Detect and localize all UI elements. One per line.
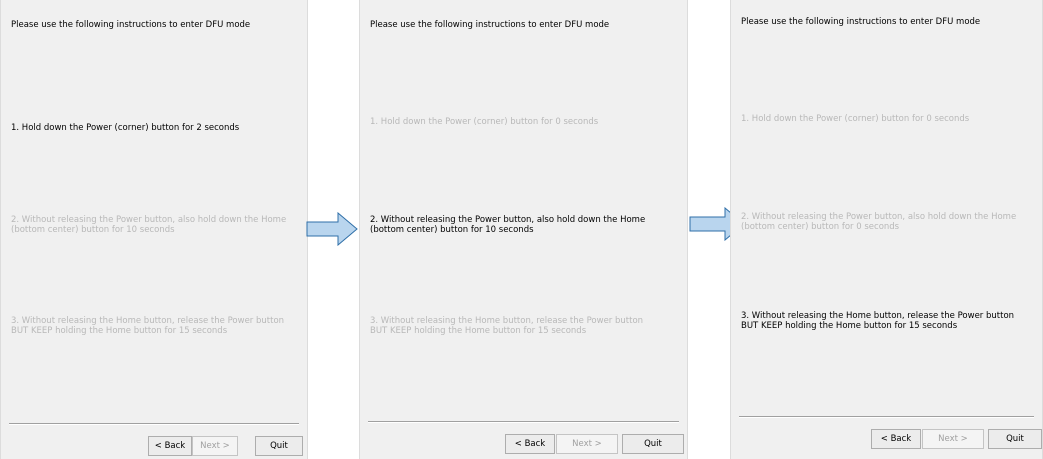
footer-separator xyxy=(739,416,1034,418)
next-button[interactable]: Next > xyxy=(192,436,238,456)
instructions-heading: Please use the following instructions to… xyxy=(11,20,251,30)
step-3-text-line-1: 3. Without releasing the Home button, re… xyxy=(741,311,1015,321)
instructions-heading: Please use the following instructions to… xyxy=(370,20,610,30)
back-button[interactable]: < Back xyxy=(505,434,555,454)
instructions-heading: Please use the following instructions to… xyxy=(741,17,981,27)
next-button[interactable]: Next > xyxy=(556,434,618,454)
dfu-instructions-window-3: Please use the following instructions to… xyxy=(730,0,1043,459)
dfu-instructions-window-2: Please use the following instructions to… xyxy=(359,0,688,459)
step-3-text-line-1: 3. Without releasing the Home button, re… xyxy=(11,316,285,326)
step-2-text-line-1: 2. Without releasing the Power button, a… xyxy=(11,215,287,225)
quit-button[interactable]: Quit xyxy=(622,434,684,454)
step-3-text-line-2: BUT KEEP holding the Home button for 15 … xyxy=(370,326,587,336)
step-2-text-line-2: (bottom center) button for 0 seconds xyxy=(741,222,900,232)
step-1-text: 1. Hold down the Power (corner) button f… xyxy=(370,117,599,127)
back-button[interactable]: < Back xyxy=(871,429,921,449)
step-1-text: 1. Hold down the Power (corner) button f… xyxy=(741,114,970,124)
step-2-text-line-2: (bottom center) button for 10 seconds xyxy=(370,225,534,235)
quit-button[interactable]: Quit xyxy=(988,429,1042,449)
step-3-text-line-2: BUT KEEP holding the Home button for 15 … xyxy=(11,326,228,336)
dfu-instructions-window-1: Please use the following instructions to… xyxy=(0,0,308,459)
step-1-text: 1. Hold down the Power (corner) button f… xyxy=(11,123,240,133)
step-2-text-line-2: (bottom center) button for 10 seconds xyxy=(11,225,175,235)
quit-button[interactable]: Quit xyxy=(255,436,303,456)
step-2-text-line-1: 2. Without releasing the Power button, a… xyxy=(370,215,646,225)
step-2-text-line-1: 2. Without releasing the Power button, a… xyxy=(741,212,1017,222)
next-button[interactable]: Next > xyxy=(922,429,984,449)
footer-separator xyxy=(368,421,679,423)
footer-separator xyxy=(9,423,299,425)
right-arrow-icon xyxy=(306,212,358,246)
step-3-text-line-1: 3. Without releasing the Home button, re… xyxy=(370,316,644,326)
back-button[interactable]: < Back xyxy=(148,436,192,456)
step-3-text-line-2: BUT KEEP holding the Home button for 15 … xyxy=(741,321,958,331)
